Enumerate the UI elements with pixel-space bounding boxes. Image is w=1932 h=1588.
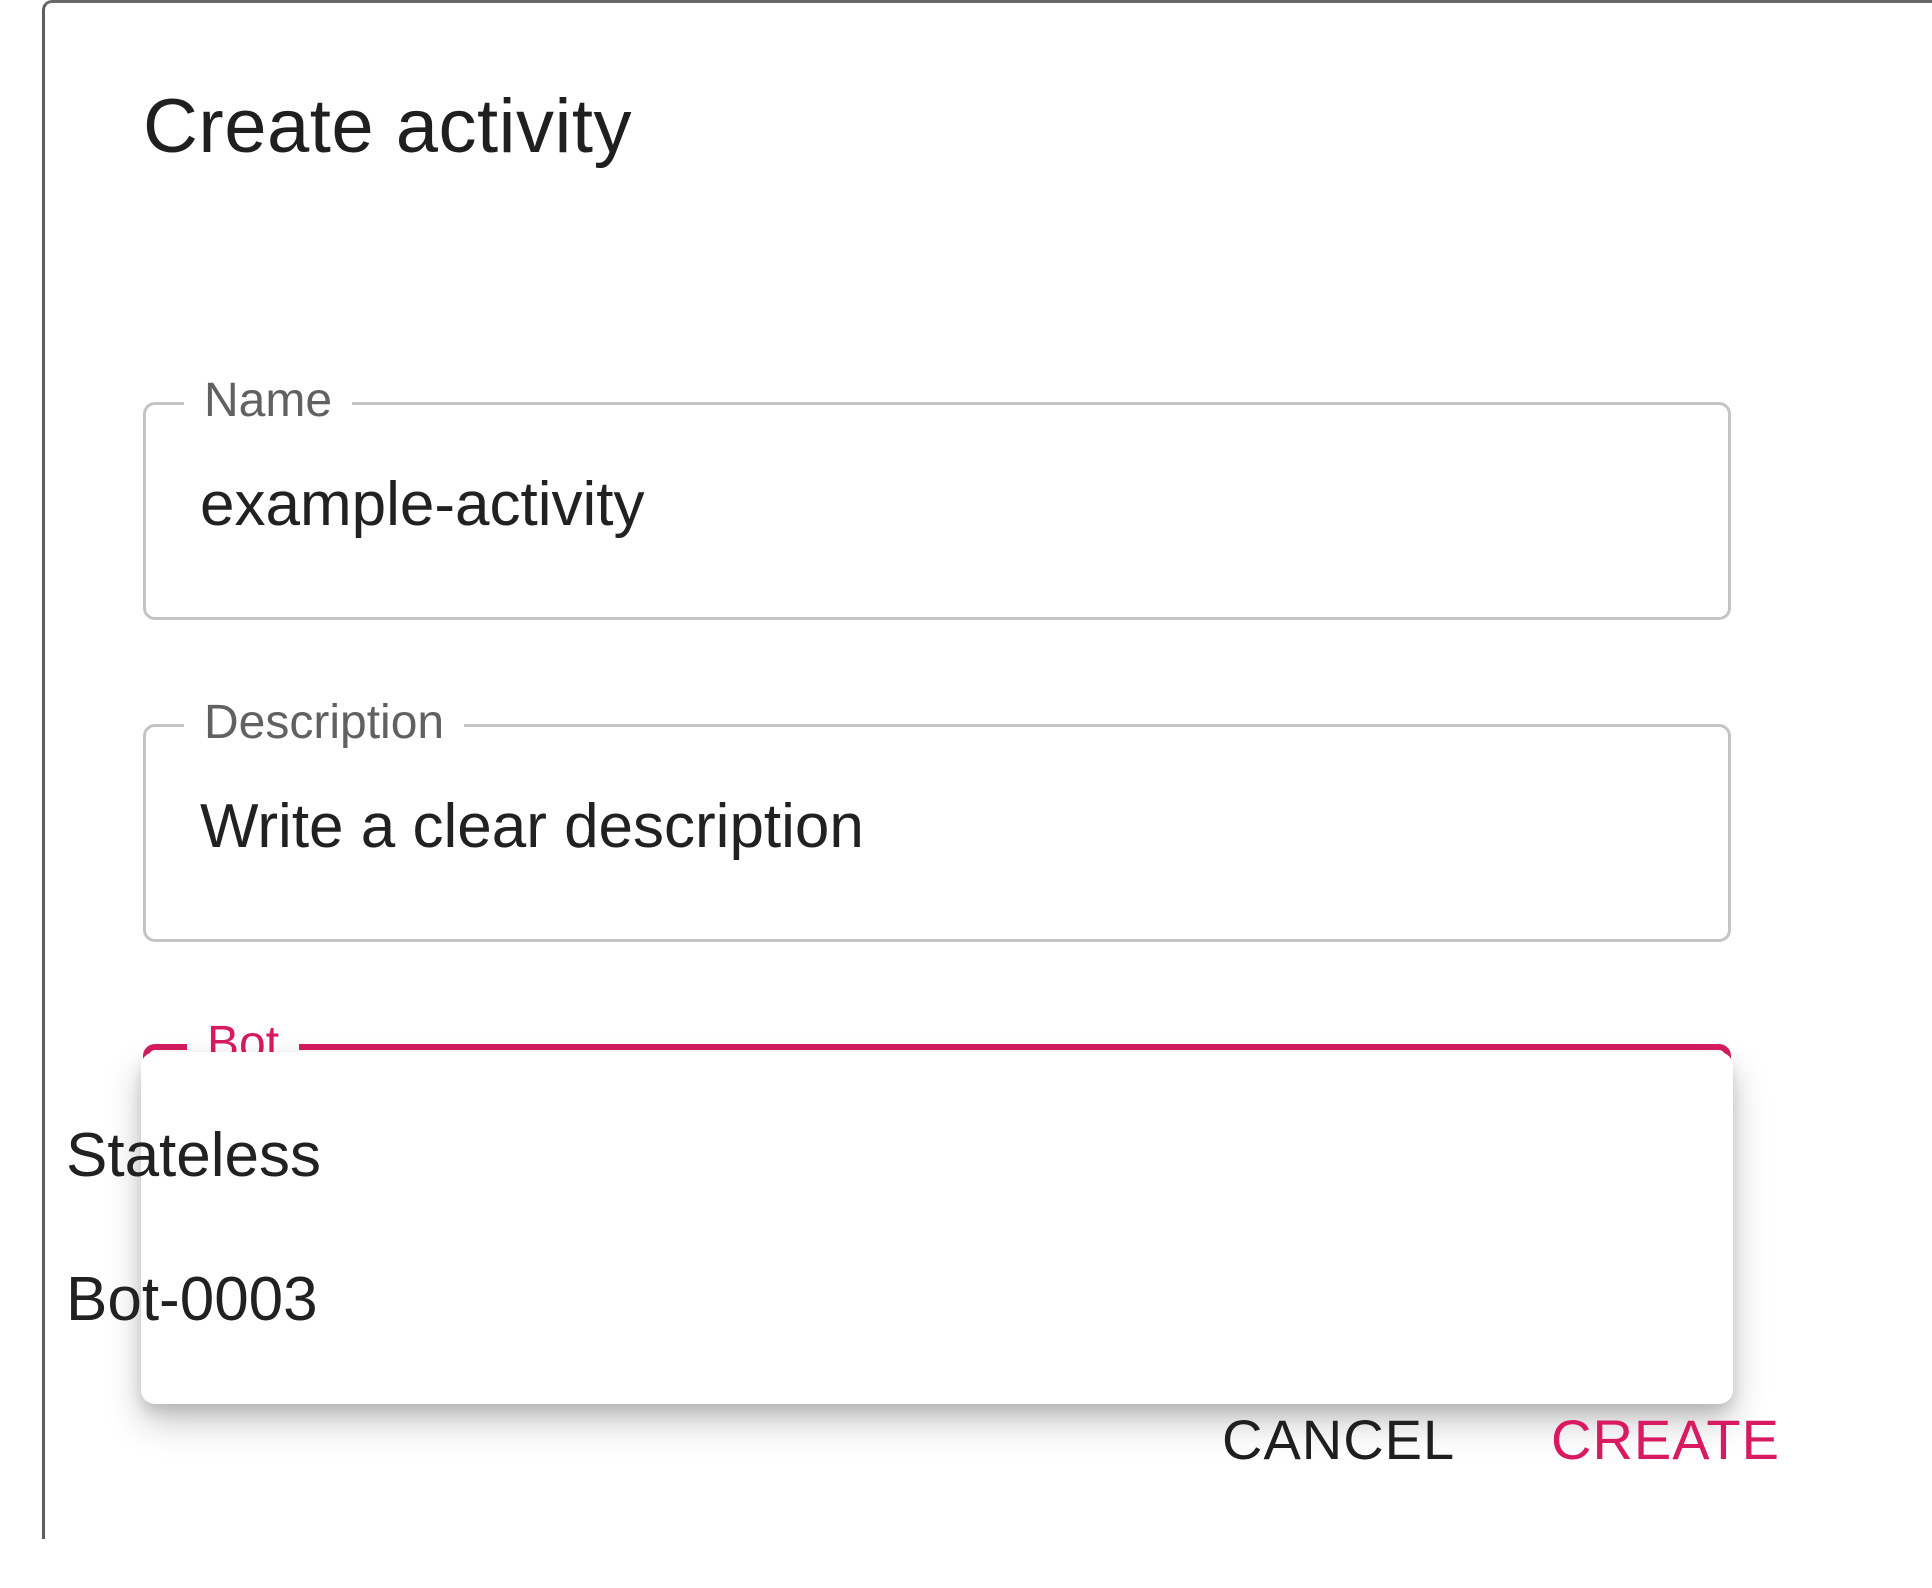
name-field-label: Name (184, 373, 353, 429)
menu-item-bot-0003[interactable]: Bot-0003 (66, 1240, 318, 1360)
description-field-value[interactable]: Write a clear description (200, 789, 864, 865)
menu-item-stateless[interactable]: Stateless (66, 1096, 321, 1216)
dialog-title: Create activity (143, 84, 632, 169)
name-field-value[interactable]: example-activity (200, 467, 644, 543)
cancel-button[interactable]: CANCEL (1222, 1400, 1455, 1480)
description-field[interactable]: Description Write a clear description (143, 695, 1731, 942)
bot-dropdown-menu (141, 1052, 1733, 1404)
description-field-label: Description (184, 695, 465, 751)
create-button[interactable]: CREATE (1551, 1400, 1780, 1480)
name-field[interactable]: Name example-activity (143, 373, 1731, 620)
